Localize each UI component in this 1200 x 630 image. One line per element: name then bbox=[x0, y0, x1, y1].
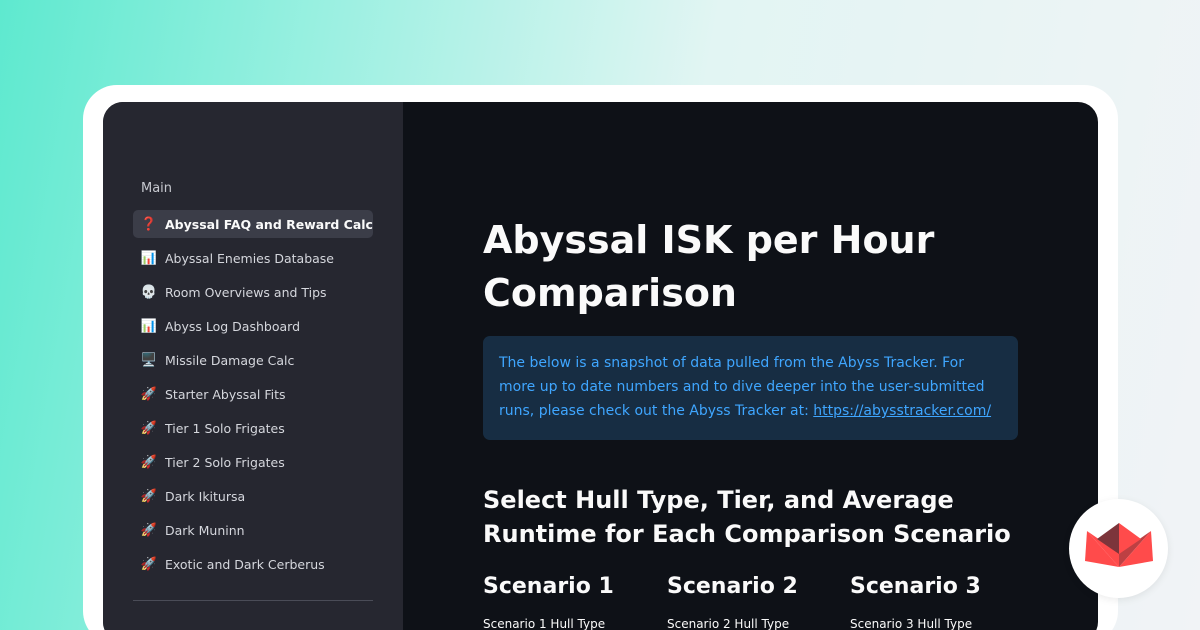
section-title: Select Hull Type, Tier, and Average Runt… bbox=[483, 486, 1011, 548]
scenario-2-column: Scenario 2 Scenario 2 Hull Type bbox=[667, 574, 842, 630]
rocket-icon: 🚀 bbox=[140, 556, 158, 572]
hull-type-label: Scenario 1 Hull Type bbox=[483, 617, 606, 630]
streamlit-crown-icon bbox=[1085, 523, 1153, 567]
rocket-icon: 🚀 bbox=[140, 454, 158, 470]
sidebar: Main ❓ Abyssal FAQ and Reward Calc 📊 Aby… bbox=[103, 102, 403, 630]
sidebar-item-label: Dark Muninn bbox=[165, 522, 245, 538]
sidebar-heading: Main bbox=[141, 181, 173, 196]
sidebar-item-label: Dark Ikitursa bbox=[165, 488, 246, 504]
sidebar-item-tier2-frigates[interactable]: 🚀 Tier 2 Solo Frigates bbox=[133, 448, 373, 476]
sidebar-item-label: Abyssal Enemies Database bbox=[165, 250, 334, 266]
computer-icon: 🖥️ bbox=[140, 352, 158, 368]
info-alert: The below is a snapshot of data pulled f… bbox=[483, 336, 1018, 440]
bar-chart-icon: 📊 bbox=[140, 318, 158, 334]
question-mark-icon: ❓ bbox=[140, 216, 158, 232]
sidebar-item-cerberus[interactable]: 🚀 Exotic and Dark Cerberus bbox=[133, 550, 373, 578]
sidebar-item-label: Tier 2 Solo Frigates bbox=[165, 454, 285, 470]
hull-type-label: Scenario 2 Hull Type bbox=[667, 617, 790, 630]
sidebar-item-dark-ikitursa[interactable]: 🚀 Dark Ikitursa bbox=[133, 482, 373, 510]
sidebar-item-starter-fits[interactable]: 🚀 Starter Abyssal Fits bbox=[133, 380, 373, 408]
abyss-tracker-link[interactable]: https://abysstracker.com/ bbox=[813, 403, 991, 419]
skull-icon: 💀 bbox=[140, 284, 158, 300]
sidebar-item-label: Room Overviews and Tips bbox=[165, 284, 327, 300]
sidebar-item-log-dashboard[interactable]: 📊 Abyss Log Dashboard bbox=[133, 312, 373, 340]
sidebar-item-tier1-frigates[interactable]: 🚀 Tier 1 Solo Frigates bbox=[133, 414, 373, 442]
scenario-title: Scenario 1 bbox=[483, 574, 614, 599]
sidebar-item-label: Tier 1 Solo Frigates bbox=[165, 420, 285, 436]
scenario-title: Scenario 2 bbox=[667, 574, 798, 599]
scenario-title: Scenario 3 bbox=[850, 574, 981, 599]
scenario-3-column: Scenario 3 Scenario 3 Hull Type bbox=[850, 574, 1025, 630]
rocket-icon: 🚀 bbox=[140, 386, 158, 402]
sidebar-item-label: Abyssal FAQ and Reward Calc bbox=[165, 216, 373, 232]
sidebar-item-label: Abyss Log Dashboard bbox=[165, 318, 300, 334]
bar-chart-icon: 📊 bbox=[140, 250, 158, 266]
rocket-icon: 🚀 bbox=[140, 522, 158, 538]
scenario-1-column: Scenario 1 Scenario 1 Hull Type bbox=[483, 574, 658, 630]
sidebar-item-abyssal-faq[interactable]: ❓ Abyssal FAQ and Reward Calc bbox=[133, 210, 373, 238]
page-title: Abyssal ISK per Hour Comparison bbox=[483, 218, 935, 315]
sidebar-nav: ❓ Abyssal FAQ and Reward Calc 📊 Abyssal … bbox=[133, 210, 373, 584]
streamlit-logo-badge bbox=[1069, 499, 1168, 598]
sidebar-item-dark-muninn[interactable]: 🚀 Dark Muninn bbox=[133, 516, 373, 544]
sidebar-item-enemies-database[interactable]: 📊 Abyssal Enemies Database bbox=[133, 244, 373, 272]
sidebar-item-label: Exotic and Dark Cerberus bbox=[165, 556, 325, 572]
sidebar-item-room-overviews[interactable]: 💀 Room Overviews and Tips bbox=[133, 278, 373, 306]
app-window: Main ❓ Abyssal FAQ and Reward Calc 📊 Aby… bbox=[103, 102, 1098, 630]
sidebar-divider bbox=[133, 600, 373, 601]
sidebar-item-missile-damage[interactable]: 🖥️ Missile Damage Calc bbox=[133, 346, 373, 374]
sidebar-item-label: Starter Abyssal Fits bbox=[165, 386, 286, 402]
rocket-icon: 🚀 bbox=[140, 488, 158, 504]
hull-type-label: Scenario 3 Hull Type bbox=[850, 617, 973, 630]
sidebar-item-label: Missile Damage Calc bbox=[165, 352, 295, 368]
main-content: Abyssal ISK per Hour Comparison The belo… bbox=[403, 102, 1098, 630]
rocket-icon: 🚀 bbox=[140, 420, 158, 436]
